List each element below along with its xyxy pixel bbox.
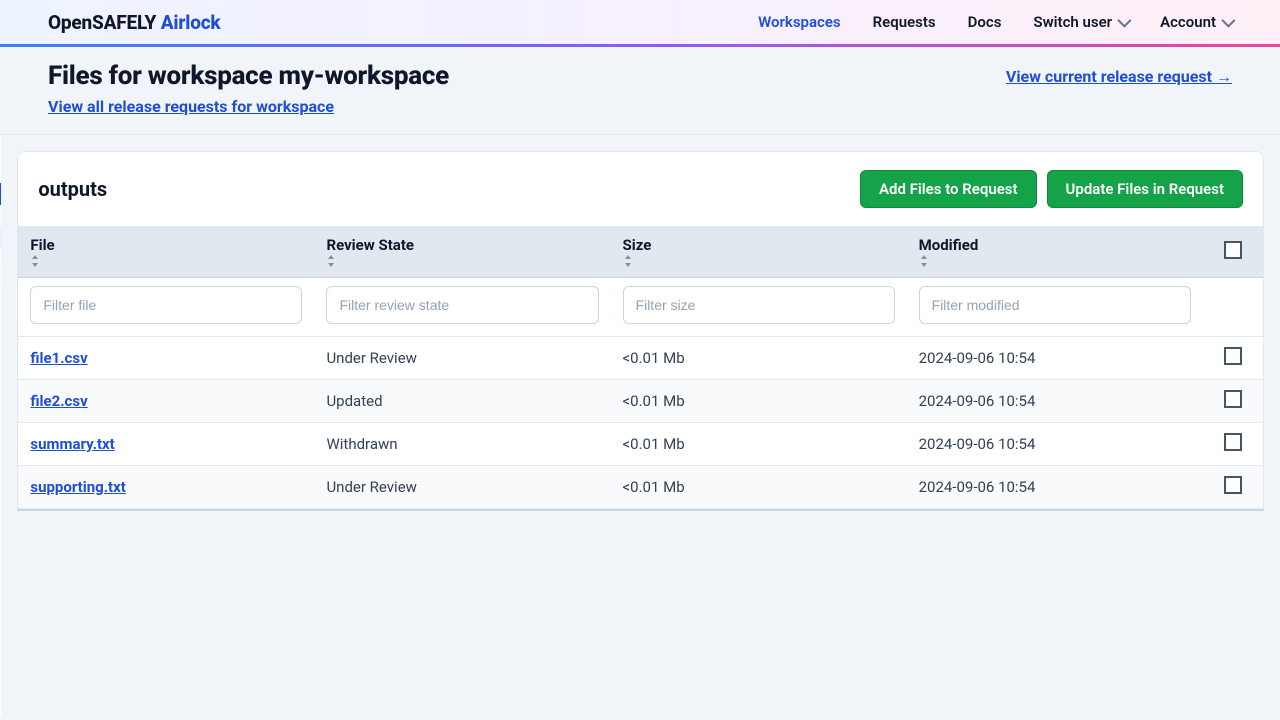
cell-state: Under Review — [314, 466, 610, 509]
brand-accent: Airlock — [161, 11, 221, 34]
nav-account-label: Account — [1160, 13, 1216, 31]
cell-modified: 2024-09-06 10:54 — [907, 380, 1203, 423]
view-all-release-requests-link[interactable]: View all release requests for workspace — [48, 97, 334, 116]
table-row: file1.csv Under Review <0.01 Mb 2024-09-… — [18, 337, 1263, 380]
col-header-size[interactable]: Size — [611, 226, 907, 278]
chevron-down-icon — [1221, 14, 1235, 28]
card-header: outputs Add Files to Request Update File… — [18, 152, 1263, 226]
files-table: File Review State Size — [18, 226, 1263, 509]
table-row: summary.txt Withdrawn <0.01 Mb 2024-09-0… — [18, 423, 1263, 466]
row-checkbox[interactable] — [1224, 347, 1242, 365]
col-header-modified[interactable]: Modified — [907, 226, 1203, 278]
cell-state: Withdrawn — [314, 423, 610, 466]
col-header-select-all[interactable] — [1203, 226, 1263, 278]
update-files-in-request-button[interactable]: Update Files in Request — [1047, 170, 1243, 208]
chevron-down-icon — [1117, 14, 1131, 28]
nav-workspaces[interactable]: Workspaces — [758, 13, 841, 31]
col-header-file[interactable]: File — [18, 226, 314, 278]
col-header-file-label: File — [30, 236, 54, 254]
brand-name: OpenSAFELY — [48, 11, 156, 34]
sort-icon — [30, 255, 302, 267]
top-nav: OpenSAFELY Airlock Workspaces Requests D… — [0, 0, 1280, 44]
nav-switch-user[interactable]: Switch user — [1033, 13, 1128, 31]
main-panel: outputs Add Files to Request Update File… — [1, 135, 1280, 716]
cell-state: Under Review — [314, 337, 610, 380]
cell-size: <0.01 Mb — [611, 423, 907, 466]
table-row: file2.csv Updated <0.01 Mb 2024-09-06 10… — [18, 380, 1263, 423]
filter-file-input[interactable] — [30, 286, 302, 324]
sort-icon — [326, 255, 598, 267]
card-actions: Add Files to Request Update Files in Req… — [860, 170, 1243, 208]
cell-size: <0.01 Mb — [611, 466, 907, 509]
col-header-size-label: Size — [623, 236, 652, 254]
nav-links: Workspaces Requests Docs Switch user Acc… — [758, 13, 1232, 31]
page-title: Files for workspace my-workspace — [48, 61, 449, 91]
row-checkbox[interactable] — [1224, 433, 1242, 451]
page-header-left: Files for workspace my-workspace View al… — [48, 61, 449, 116]
table-filter-row — [18, 278, 1263, 337]
cell-size: <0.01 Mb — [611, 380, 907, 423]
page-header: Files for workspace my-workspace View al… — [0, 47, 1280, 134]
outputs-card: outputs Add Files to Request Update File… — [17, 151, 1264, 511]
card-title: outputs — [38, 177, 107, 201]
row-checkbox[interactable] — [1224, 390, 1242, 408]
row-checkbox[interactable] — [1224, 476, 1242, 494]
filter-modified-input[interactable] — [919, 286, 1191, 324]
table-row: supporting.txt Under Review <0.01 Mb 202… — [18, 466, 1263, 509]
sort-icon — [623, 255, 895, 267]
file-link[interactable]: supporting.txt — [30, 478, 125, 496]
cell-state: Updated — [314, 380, 610, 423]
col-header-state[interactable]: Review State — [314, 226, 610, 278]
nav-requests[interactable]: Requests — [873, 13, 936, 31]
brand: OpenSAFELY Airlock — [48, 11, 221, 34]
add-files-to-request-button[interactable]: Add Files to Request — [860, 170, 1037, 208]
filter-size-input[interactable] — [623, 286, 895, 324]
file-link[interactable]: summary.txt — [30, 435, 114, 453]
nav-docs[interactable]: Docs — [968, 13, 1002, 31]
cell-modified: 2024-09-06 10:54 — [907, 466, 1203, 509]
cell-modified: 2024-09-06 10:54 — [907, 423, 1203, 466]
view-current-release-request-link[interactable]: View current release request → — [1006, 67, 1232, 86]
nav-switch-user-label: Switch user — [1033, 13, 1112, 31]
file-link[interactable]: file1.csv — [30, 349, 87, 367]
page-header-right: View current release request → — [1006, 61, 1232, 87]
content-split: my-workspace metadata — [0, 134, 1280, 716]
sort-icon — [919, 255, 1191, 267]
cell-modified: 2024-09-06 10:54 — [907, 337, 1203, 380]
cell-size: <0.01 Mb — [611, 337, 907, 380]
col-header-state-label: Review State — [326, 236, 414, 254]
table-header-row: File Review State Size — [18, 226, 1263, 278]
filter-state-input[interactable] — [326, 286, 598, 324]
checkbox-icon — [1224, 241, 1242, 259]
col-header-modified-label: Modified — [919, 236, 979, 254]
nav-account[interactable]: Account — [1160, 13, 1232, 31]
file-link[interactable]: file2.csv — [30, 392, 87, 410]
